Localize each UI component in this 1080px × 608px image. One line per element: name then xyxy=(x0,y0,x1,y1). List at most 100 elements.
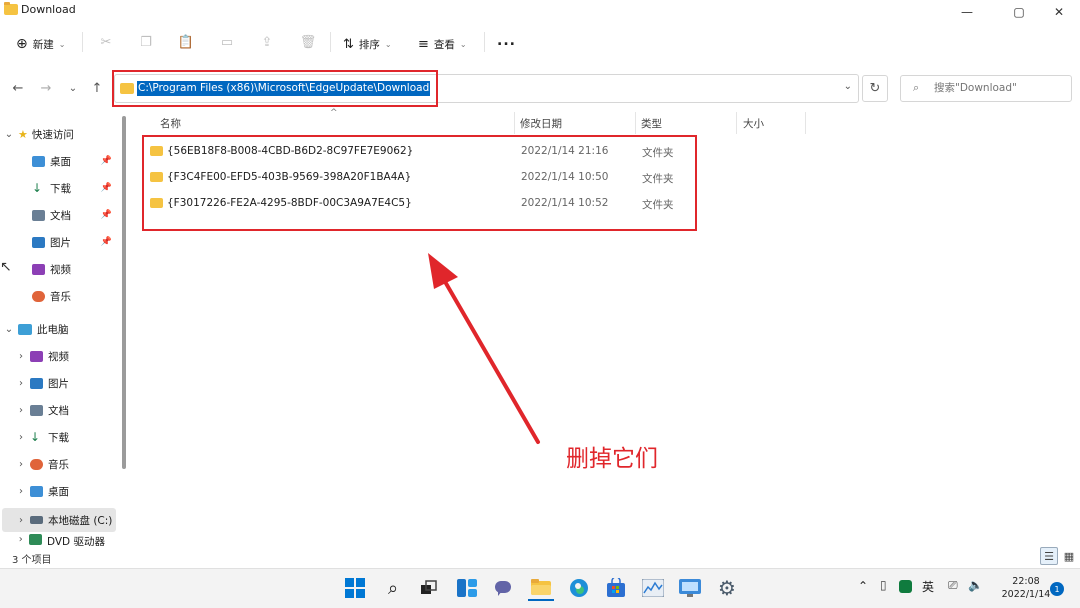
back-arrow-icon[interactable]: ← xyxy=(8,78,28,98)
column-divider[interactable] xyxy=(736,112,737,134)
desktop-icon xyxy=(30,485,43,497)
sidebar-item-pc-downloads[interactable]: › ↓ 下载 xyxy=(0,424,118,450)
sort-button[interactable]: ⇅ 排序 ⌄ xyxy=(343,32,392,56)
input-method-indicator[interactable]: 英 xyxy=(922,578,934,595)
pin-icon: 📌 xyxy=(100,210,112,220)
file-explorer-icon[interactable] xyxy=(528,575,554,601)
plus-circle-icon: ⊕ xyxy=(16,36,28,52)
column-header-type[interactable]: 类型 xyxy=(641,116,662,134)
music-icon xyxy=(30,458,43,470)
sidebar-item-downloads[interactable]: ↓ 下载 📌 xyxy=(0,175,118,201)
recent-locations-chevron-icon[interactable]: ⌄ xyxy=(63,78,83,98)
sort-button-label: 排序 xyxy=(358,38,380,51)
clock-date: 2022/1/14 xyxy=(1001,589,1051,600)
music-icon xyxy=(32,290,45,302)
column-header-date[interactable]: 修改日期 xyxy=(520,116,562,134)
rename-icon[interactable]: ▭ xyxy=(216,32,238,52)
sidebar-item-quick-access[interactable]: ⌄ ★ 快速访问 xyxy=(0,121,118,147)
up-arrow-icon[interactable]: ↑ xyxy=(87,78,107,98)
sidebar-item-dvd-drive[interactable]: › DVD 驱动器 (D xyxy=(0,534,118,546)
search-icon[interactable]: ⌕ xyxy=(380,575,406,601)
settings-gear-icon[interactable]: ⚙ xyxy=(714,575,740,601)
teams-chat-icon[interactable] xyxy=(490,575,516,601)
column-header-size[interactable]: 大小 xyxy=(743,116,764,134)
sidebar-item-desktop[interactable]: 桌面 📌 xyxy=(0,148,118,174)
chevron-down-icon: ⌄ xyxy=(58,39,66,49)
paste-icon[interactable]: 📋 xyxy=(175,32,197,52)
edge-browser-icon[interactable] xyxy=(566,575,592,601)
desktop-icon xyxy=(32,155,45,167)
sidebar-item-pc-music[interactable]: › 音乐 xyxy=(0,451,118,477)
notification-badge[interactable]: 1 xyxy=(1050,582,1064,596)
arrow-shaft xyxy=(438,271,540,444)
video-icon xyxy=(32,263,45,275)
view-button[interactable]: ≡ 查看 ⌄ xyxy=(418,32,467,56)
annotation-arrow xyxy=(428,253,540,444)
chevron-right-icon: › xyxy=(18,534,23,545)
share-icon[interactable]: ⇪ xyxy=(256,32,278,52)
system-clock[interactable]: 22:08 2022/1/14 xyxy=(998,575,1054,601)
column-divider[interactable] xyxy=(514,112,515,134)
search-input[interactable] xyxy=(934,82,1064,94)
sort-icon: ⇅ xyxy=(343,36,354,52)
microsoft-store-icon[interactable] xyxy=(603,575,629,601)
video-icon xyxy=(30,350,43,362)
sidebar-item-pc-documents[interactable]: › 文档 xyxy=(0,397,118,423)
folder-icon xyxy=(4,2,18,15)
network-icon[interactable]: ⎚ xyxy=(948,578,958,593)
star-icon: ★ xyxy=(18,127,28,141)
cut-icon[interactable]: ✂ xyxy=(95,32,117,52)
performance-monitor-icon[interactable] xyxy=(640,575,666,601)
pin-icon: 📌 xyxy=(100,183,112,193)
delete-icon[interactable]: 🗑 xyxy=(297,32,319,52)
tray-chevron-up-icon[interactable]: ⌃ xyxy=(858,579,868,593)
picture-icon xyxy=(30,377,43,389)
more-options-button[interactable]: ... xyxy=(497,29,516,53)
column-divider[interactable] xyxy=(635,112,636,134)
search-icon: ⌕ xyxy=(913,81,920,94)
minimize-button[interactable]: — xyxy=(944,0,990,24)
chevron-right-icon: › xyxy=(19,458,23,470)
sidebar-item-documents[interactable]: 文档 📌 xyxy=(0,202,118,228)
sidebar-item-label: 图片 xyxy=(48,377,69,390)
column-divider[interactable] xyxy=(805,112,806,134)
column-header-name[interactable]: 名称 xyxy=(160,116,181,134)
sidebar-item-label: 文档 xyxy=(50,209,71,222)
sidebar-item-pc-desktop[interactable]: › 桌面 xyxy=(0,478,118,504)
toolbar-divider xyxy=(82,32,83,52)
sidebar-item-label: 音乐 xyxy=(48,458,69,471)
title-bar: Download — ▢ ✕ xyxy=(0,0,1080,24)
new-button[interactable]: ⊕ 新建 ⌄ xyxy=(16,32,65,56)
windows-start-icon[interactable] xyxy=(342,575,368,601)
task-view-icon[interactable] xyxy=(416,575,442,601)
sidebar-item-label: DVD 驱动器 (D xyxy=(46,536,105,546)
sidebar-item-pc-videos[interactable]: › 视频 xyxy=(0,343,118,369)
forward-arrow-icon[interactable]: → xyxy=(36,78,56,98)
control-panel-icon[interactable] xyxy=(677,575,703,601)
sidebar-item-videos[interactable]: 视频 xyxy=(0,256,118,282)
files-highlight-box xyxy=(142,135,697,231)
close-button[interactable]: ✕ xyxy=(1036,0,1080,24)
sidebar-item-label: 本地磁盘 (C:) xyxy=(48,514,113,527)
refresh-icon[interactable]: ↻ xyxy=(862,75,888,102)
details-view-icon[interactable]: ☰ xyxy=(1040,547,1058,565)
dvd-icon xyxy=(29,534,42,545)
usb-device-icon[interactable]: ▯ xyxy=(880,578,887,592)
sidebar-item-label: 图片 xyxy=(50,236,71,249)
widgets-icon[interactable] xyxy=(454,575,480,601)
copy-icon[interactable]: ❐ xyxy=(135,32,157,52)
chevron-down-icon[interactable]: ⌄ xyxy=(844,81,852,92)
sidebar-item-pictures[interactable]: 图片 📌 xyxy=(0,229,118,255)
pin-icon: 📌 xyxy=(100,237,112,247)
sidebar-item-this-pc[interactable]: ⌄ 此电脑 xyxy=(0,316,118,342)
volume-icon[interactable]: 🔈 xyxy=(968,578,983,592)
sidebar-item-local-disk-c[interactable]: › 本地磁盘 (C:) xyxy=(0,507,118,533)
tiles-view-icon[interactable]: ▦ xyxy=(1060,547,1078,565)
search-box[interactable]: ⌕ xyxy=(900,75,1072,102)
sidebar-item-label: 桌面 xyxy=(50,155,71,168)
sidebar-item-music[interactable]: 音乐 xyxy=(0,283,118,309)
sidebar-scrollbar[interactable] xyxy=(122,116,126,469)
sidebar-item-pc-pictures[interactable]: › 图片 xyxy=(0,370,118,396)
security-shield-icon[interactable] xyxy=(899,580,912,593)
sidebar-item-label: 下载 xyxy=(50,182,71,195)
